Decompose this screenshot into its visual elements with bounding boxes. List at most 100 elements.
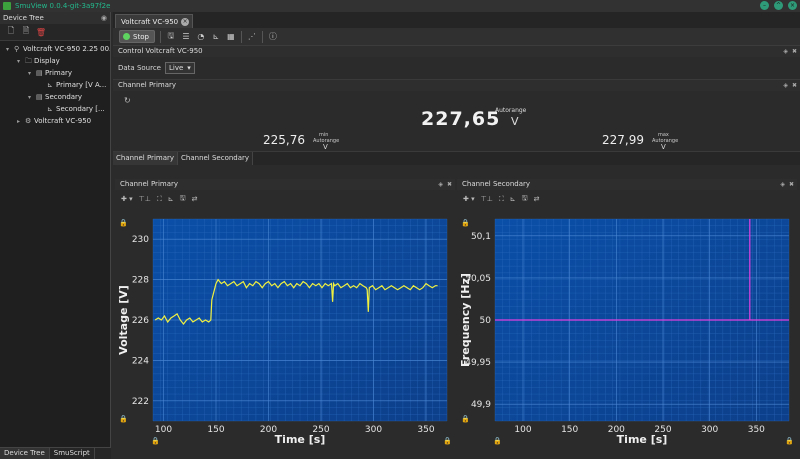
y-tick-label: 224 (132, 356, 149, 366)
folder-icon: 🗀 (25, 57, 32, 65)
tree-item[interactable]: ▾ ▤ Primary (0, 67, 110, 79)
chevron-down-icon[interactable]: ▾ (6, 44, 14, 55)
save-icon[interactable]: 🗎 (21, 26, 31, 37)
float-icon[interactable]: ◈ (438, 179, 443, 190)
tab-device-tree[interactable]: Device Tree (0, 448, 50, 459)
lock-icon: 🔒 (461, 219, 470, 227)
channel-primary-panel: Channel Primary ◈ ✖ ↻ 227,65 Autorange V … (113, 80, 800, 152)
reset-icon[interactable]: ↻ (124, 96, 131, 105)
data-source-row: Data Source Live ▾ (113, 62, 800, 74)
window-title: SmuView 0.0.4-git-3a97f2e (15, 2, 111, 10)
signal-icon: ⊾ (47, 81, 53, 89)
tab-device[interactable]: Voltcraft VC-950 × (115, 14, 194, 28)
device-icon: ⚲ (14, 45, 20, 53)
tree-item-label: Secondary (45, 93, 83, 101)
config-icon: ⚙ (25, 117, 32, 125)
zoom-best-fit-icon[interactable]: ⛶ (499, 195, 504, 204)
config-icon[interactable]: ⇄ (534, 195, 540, 203)
min-unit: V (323, 143, 328, 151)
add-panel-icon[interactable]: ◔ (196, 32, 206, 42)
panel-close-icon[interactable]: ✖ (792, 80, 797, 91)
plot-secondary-toolbar: ✚ ▾ ⊤⊥ ⛶ ⊾ 🖫 ⇄ (457, 190, 797, 208)
diff-marker-icon[interactable]: ⊤⊥ (481, 195, 493, 203)
tree-item[interactable]: ▾ 🗀 Display (0, 55, 110, 67)
dock-close-icon[interactable]: ◉ (101, 12, 107, 24)
device-tree: ▾ ⚲ Voltcraft VC-950 2.25 00... ▾ 🗀 Display ▾ ▤… (0, 41, 110, 127)
minimize-icon[interactable]: – (760, 1, 769, 10)
plot-primary-pane: Channel Primary ◈ ✖ ✚ ▾ ⊤⊥ ⛶ ⊾ 🖫 ⇄ 100 150… (115, 179, 455, 457)
tree-item[interactable]: ▾ ⚲ Voltcraft VC-950 2.25 00... (0, 43, 110, 55)
lock-icon: 🔒 (443, 437, 452, 445)
panel-close-icon[interactable]: ✖ (789, 179, 794, 190)
add-device-icon[interactable]: 🗋 (6, 26, 16, 37)
y-tick-label: 50 (480, 316, 492, 326)
main-unit: V (511, 115, 519, 128)
add-control-icon[interactable]: ☰ (181, 32, 191, 42)
chevron-down-icon[interactable]: ▾ (28, 68, 36, 79)
add-xy-plot-icon[interactable]: ⋰ (247, 32, 257, 42)
panel-close-icon[interactable]: ✖ (447, 179, 452, 190)
add-marker-icon[interactable]: ✚ ▾ (463, 195, 475, 203)
save-icon[interactable]: 🖫 (522, 194, 528, 205)
voltage-chart[interactable]: 100 150 200 250 300 350222224226228230🔒🔒🔒 🔒Tim… (115, 208, 455, 457)
tree-item-label: Primary [V A... (56, 81, 107, 89)
delete-icon[interactable]: 🗑 (36, 27, 46, 37)
tab-channel-secondary[interactable]: Channel Secondary (178, 152, 254, 165)
save-icon[interactable]: 🖫 (180, 194, 186, 205)
stop-button-label: Stop (133, 32, 149, 41)
channel-panel-title: Channel Primary ◈ ✖ (113, 80, 800, 91)
control-panel-title-text: Control Voltcraft VC-950 (118, 47, 203, 55)
maximize-icon[interactable]: ^ (774, 1, 783, 10)
toolbar-separator (261, 30, 263, 43)
chevron-down-icon[interactable]: ▾ (28, 92, 36, 103)
info-icon[interactable]: ⓘ (268, 32, 278, 42)
toolbar-separator (159, 30, 161, 43)
add-plot-icon[interactable]: ⊾ (211, 32, 221, 42)
y-axis-label: Voltage [V] (117, 285, 130, 355)
float-icon[interactable]: ◈ (780, 179, 785, 190)
chevron-right-icon[interactable]: ▸ (17, 116, 25, 127)
tree-item-label: Primary (45, 69, 73, 77)
y-axis-label: Frequency [Hz] (459, 273, 472, 367)
zoom-best-fit-icon[interactable]: ⛶ (157, 195, 162, 204)
tree-item[interactable]: ⊾ Secondary [... (0, 103, 110, 115)
add-graph-icon[interactable]: ⊾ (168, 195, 174, 203)
status-dot-icon (123, 33, 130, 40)
tree-item[interactable]: ▸ ⚙ Voltcraft VC-950 (0, 115, 110, 127)
chevron-down-icon[interactable]: ▾ (17, 56, 25, 67)
y-tick-label: 222 (132, 397, 149, 407)
tree-item[interactable]: ▾ ▤ Secondary (0, 91, 110, 103)
main-range: Autorange (495, 107, 527, 114)
data-source-select[interactable]: Live ▾ (164, 62, 195, 74)
float-icon[interactable]: ◈ (783, 80, 788, 91)
tab-channel-primary[interactable]: Channel Primary (113, 152, 179, 165)
data-source-value: Live (168, 64, 184, 72)
frequency-chart[interactable]: 100 150 200 250 300 35049,949,955050,0550,1🔒🔒… (457, 208, 797, 457)
diff-marker-icon[interactable]: ⊤⊥ (139, 195, 151, 203)
tab-device-label: Voltcraft VC-950 (121, 17, 179, 26)
plot-primary-toolbar: ✚ ▾ ⊤⊥ ⛶ ⊾ 🖫 ⇄ (115, 190, 455, 208)
x-tick-label: 300 (365, 425, 382, 435)
tree-item-label: Secondary [... (56, 105, 105, 113)
config-icon[interactable]: ⇄ (192, 195, 198, 203)
tab-smuscript[interactable]: SmuScript (50, 448, 95, 459)
add-graph-icon[interactable]: ⊾ (510, 195, 516, 203)
add-table-icon[interactable]: ▦ (226, 32, 236, 42)
control-panel-title: Control Voltcraft VC-950 ◈ ✖ (113, 46, 800, 57)
close-icon[interactable]: × (788, 1, 797, 10)
toolbar-separator (240, 30, 242, 43)
tree-item[interactable]: ⊾ Primary [V A... (0, 79, 110, 91)
float-icon[interactable]: ◈ (783, 46, 788, 57)
y-tick-label: 49,9 (471, 400, 491, 410)
chevron-down-icon: ▾ (187, 64, 191, 72)
add-marker-icon[interactable]: ✚ ▾ (121, 195, 133, 203)
stop-button[interactable]: Stop (119, 30, 155, 43)
control-panel: Control Voltcraft VC-950 ◈ ✖ Data Source … (113, 46, 800, 80)
panel-close-icon[interactable]: ✖ (792, 46, 797, 57)
lock-icon: 🔒 (119, 219, 128, 227)
dock-bottom-tabs: Device Tree SmuScript (0, 447, 111, 459)
save-icon[interactable]: 🖫 (166, 31, 176, 42)
device-tree-dock: Device Tree ◉ 🗋 🗎 🗑 ▾ ⚲ Voltcraft VC-950 2… (0, 12, 111, 459)
tab-close-icon[interactable]: × (181, 17, 190, 26)
plot-tabs: Channel Primary Channel Secondary (113, 152, 800, 165)
